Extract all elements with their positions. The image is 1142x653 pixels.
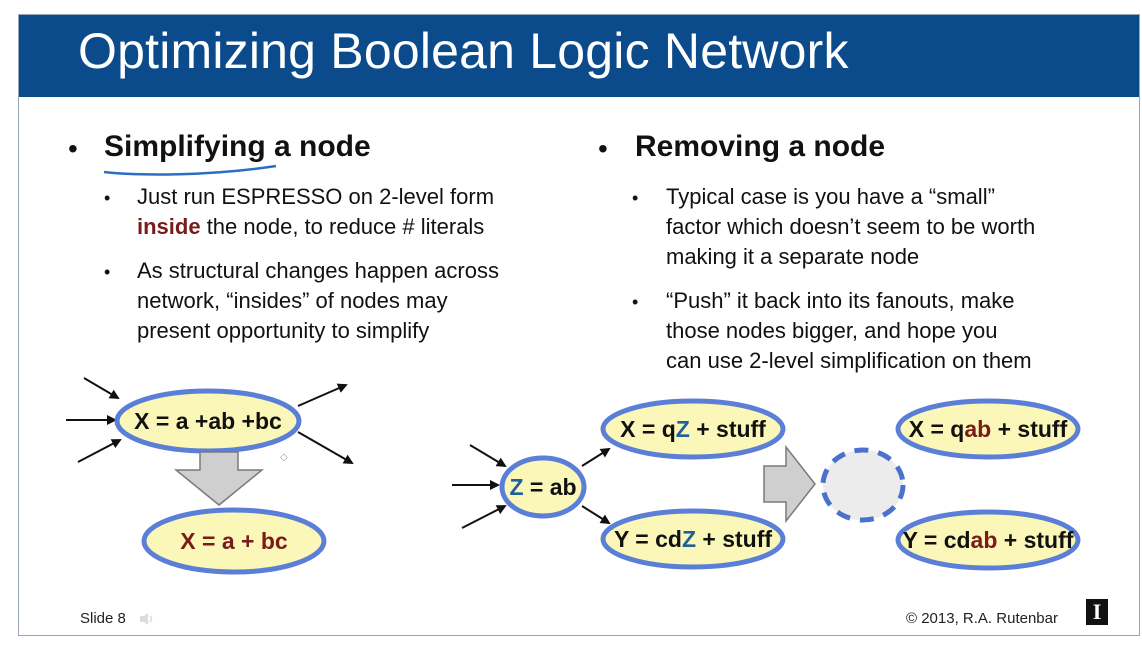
logic-network-diagram: X = a +ab +bc ◇ X = a + bc Z = ab X = qZ… bbox=[66, 377, 1081, 575]
output-arrow bbox=[297, 431, 354, 464]
cursor-mark: ◇ bbox=[280, 452, 288, 463]
node-x-simplified-label: X = a + bc bbox=[180, 528, 288, 554]
university-logo: I bbox=[1086, 599, 1108, 625]
down-arrow-icon bbox=[173, 451, 265, 506]
node-x-result-label: X = qab + stuff bbox=[909, 416, 1068, 442]
input-arrow bbox=[469, 444, 507, 468]
copyright: © 2013, R.A. Rutenbar bbox=[906, 610, 1058, 627]
input-arrow bbox=[77, 439, 122, 463]
node-x-fanout-label: X = qZ + stuff bbox=[620, 416, 766, 442]
fanout-arrow bbox=[581, 505, 611, 525]
node-y-fanout-label: Y = cdZ + stuff bbox=[614, 526, 772, 552]
slide: Optimizing Boolean Logic Network • Simpl… bbox=[0, 0, 1142, 653]
input-arrow bbox=[461, 505, 507, 529]
speaker-icon bbox=[140, 613, 153, 625]
node-y-result-label: Y = cdab + stuff bbox=[903, 527, 1074, 553]
fanout-arrow bbox=[581, 447, 611, 467]
node-x-original-label: X = a +ab +bc bbox=[134, 408, 282, 434]
right-arrow-icon bbox=[763, 444, 816, 524]
output-arrow bbox=[297, 383, 348, 407]
slide-number: Slide 8 bbox=[80, 610, 126, 627]
input-arrow bbox=[83, 377, 120, 400]
removed-node bbox=[820, 447, 906, 523]
node-z-label: Z = ab bbox=[509, 474, 576, 500]
